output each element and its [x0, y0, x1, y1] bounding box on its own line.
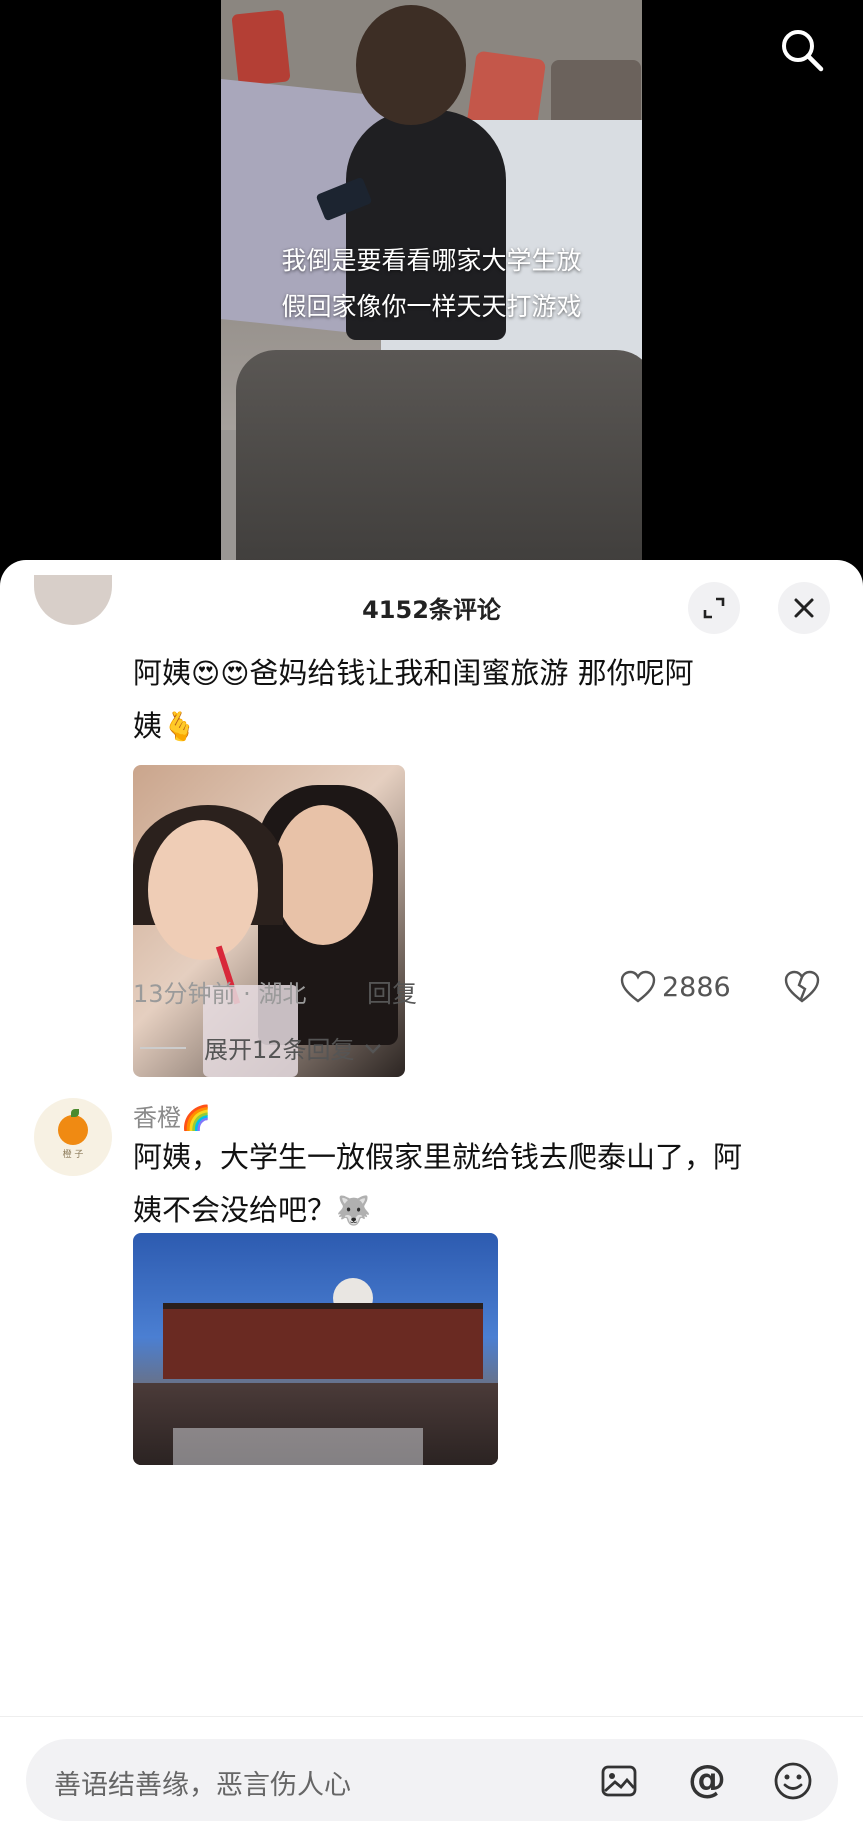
expand-replies-button[interactable]: 展开12条回复: [140, 1030, 385, 1065]
video-player[interactable]: 我倒是要看看哪家大学生放 假回家像你一样天天打游戏: [0, 0, 863, 580]
finger-heart-emoji: 🫰: [162, 710, 197, 743]
person-head: [356, 5, 466, 125]
mention-button[interactable]: @: [682, 1756, 732, 1806]
image-icon: [601, 1765, 637, 1797]
pillow: [231, 9, 291, 87]
chevron-down-icon: [364, 1043, 381, 1054]
comment-text-part: 阿姨: [133, 656, 192, 690]
reply-button[interactable]: 回复: [367, 974, 417, 1010]
caption-line-2: 假回家像你一样天天打游戏: [281, 292, 582, 321]
orange-icon: [58, 1108, 88, 1145]
like-count: 2886: [662, 971, 731, 1003]
avatar-text: 橙 子: [62, 1149, 84, 1160]
comment-location: 湖北: [258, 980, 307, 1008]
search-icon: [782, 30, 824, 72]
photo-face: [148, 820, 258, 960]
comment-image[interactable]: [133, 1233, 498, 1465]
emoji-button[interactable]: [768, 1756, 818, 1806]
comment-text-part: 姨不会没给吧？: [133, 1193, 337, 1227]
comment-text-part: 姨: [133, 709, 163, 743]
broken-heart-icon: [784, 970, 820, 1003]
close-icon: [794, 598, 814, 618]
smiley-icon: [774, 1762, 812, 1800]
photo-face: [273, 805, 373, 945]
comment-text-part: 爸妈给钱让我和闺蜜旅游 那你呢阿: [249, 656, 694, 690]
sofa-armrest: [236, 350, 642, 580]
at-icon: @: [688, 1760, 726, 1801]
expand-replies-label: 展开12条回复: [204, 1036, 355, 1064]
comment-text: 阿姨😍😍爸妈给钱让我和闺蜜旅游 那你呢阿 姨🫰: [133, 647, 833, 753]
photo-snow: [173, 1428, 423, 1465]
video-caption: 我倒是要看看哪家大学生放 假回家像你一样天天打游戏: [221, 238, 642, 330]
rainbow-emoji: 🌈: [181, 1104, 211, 1132]
image-button[interactable]: [594, 1756, 644, 1806]
expand-icon: [703, 597, 725, 619]
avatar[interactable]: 橙 子: [34, 1098, 112, 1176]
wolf-emoji: 🐺: [336, 1194, 371, 1227]
leaf-icon: [71, 1108, 79, 1117]
divider-dash: [140, 1046, 186, 1049]
comments-panel: 4152条评论 阿姨😍😍爸妈给钱让我和闺蜜旅游 那你呢阿 姨🫰 13分钟前 · …: [0, 560, 863, 1842]
comment-text: 阿姨，大学生一放假家里就给钱去爬泰山了，阿 姨不会没给吧？🐺: [133, 1131, 833, 1237]
svg-text:@: @: [688, 1760, 726, 1801]
dislike-button[interactable]: [784, 970, 820, 1008]
photo-building: [163, 1303, 483, 1379]
username-text: 香橙: [133, 1104, 181, 1132]
comment-input-bar: 善语结善缘，恶言伤人心 @: [0, 1716, 863, 1843]
search-button[interactable]: [778, 26, 826, 74]
comment-meta: 13分钟前 · 湖北: [133, 980, 307, 1008]
comment-text-part: 阿姨，大学生一放假家里就给钱去爬泰山了，阿: [133, 1140, 743, 1174]
close-button[interactable]: [778, 582, 830, 634]
heart-eyes-emoji: 😍😍: [191, 657, 250, 690]
comment-input[interactable]: 善语结善缘，恶言伤人心 @: [26, 1739, 838, 1821]
username[interactable]: 香橙🌈: [133, 1098, 211, 1133]
comment-input-placeholder[interactable]: 善语结善缘，恶言伤人心: [54, 1763, 351, 1802]
expand-panel-button[interactable]: [688, 582, 740, 634]
like-button[interactable]: 2886: [620, 970, 731, 1004]
caption-line-1: 我倒是要看看哪家大学生放: [281, 246, 582, 275]
heart-icon: [620, 970, 656, 1003]
comment-time: 13分钟前: [133, 980, 236, 1008]
